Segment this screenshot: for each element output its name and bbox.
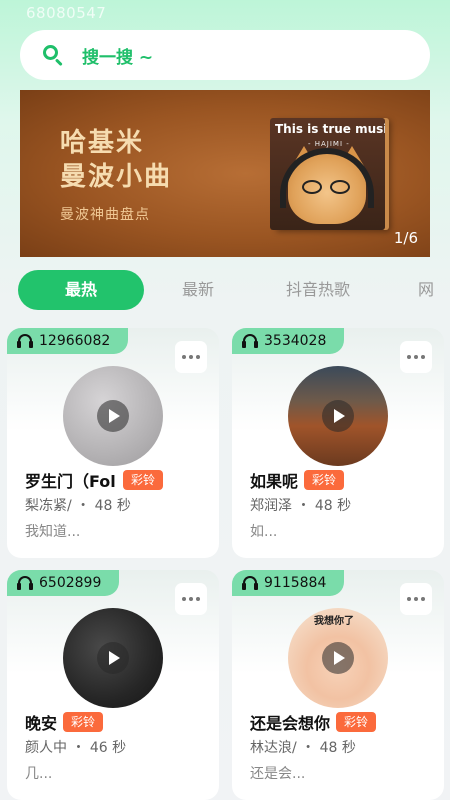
device-id: 68080547 <box>26 4 107 22</box>
banner-pager: 1/6 <box>393 229 418 247</box>
song-lyric: 我知道... <box>25 524 81 540</box>
album-title: This is true music <box>275 122 385 136</box>
banner-album-art: This is true music - HAJIMI - <box>270 118 385 230</box>
tab-douyin-hot[interactable]: 抖音热歌 <box>273 270 363 310</box>
headphones-icon <box>17 334 33 348</box>
song-title: 罗生门（Foll <box>25 472 117 491</box>
song-card[interactable]: 3534028 如果呢 彩铃 郑润泽 ・ 48 秒 如... <box>232 328 444 558</box>
song-cover[interactable] <box>63 366 163 466</box>
song-card[interactable]: 6502899 晚安 彩铃 颜人中 ・ 46 秒 几... <box>7 570 219 800</box>
search-icon <box>42 44 64 67</box>
song-meta: 梨冻紧/ ・ 48 秒 <box>25 498 131 514</box>
more-button[interactable] <box>175 341 207 373</box>
tab-more[interactable]: 网 <box>418 270 450 310</box>
song-title: 还是会想你 <box>250 714 331 733</box>
song-card[interactable]: 9115884 我想你了 还是会想你 彩铃 林达浪/ ・ 48 秒 还是会... <box>232 570 444 800</box>
song-lyric: 几... <box>25 766 53 782</box>
ringtone-badge[interactable]: 彩铃 <box>304 470 345 490</box>
ringtone-badge[interactable]: 彩铃 <box>336 712 377 732</box>
play-count: 9115884 <box>232 570 345 596</box>
play-icon[interactable] <box>322 400 354 432</box>
banner-carousel[interactable]: 哈基米 曼波小曲 曼波神曲盘点 This is true music - HAJ… <box>20 90 430 257</box>
song-lyric: 如... <box>250 524 278 540</box>
song-title-row: 晚安 彩铃 <box>25 710 104 734</box>
more-button[interactable] <box>400 583 432 615</box>
category-tabs: 最热 最新 抖音热歌 网 <box>18 270 450 310</box>
song-cover[interactable] <box>63 608 163 708</box>
play-icon[interactable] <box>322 642 354 674</box>
banner-title-line2: 曼波小曲 <box>60 162 173 192</box>
song-meta: 颜人中 ・ 46 秒 <box>25 740 127 756</box>
song-meta: 郑润泽 ・ 48 秒 <box>250 498 352 514</box>
banner-subtitle: 曼波神曲盘点 <box>60 207 150 223</box>
song-title-row: 罗生门（Foll 彩铃 <box>25 468 164 492</box>
ringtone-badge[interactable]: 彩铃 <box>123 470 164 490</box>
play-count: 3534028 <box>232 328 345 354</box>
headphones-icon <box>17 576 33 590</box>
glasses-icon <box>330 180 350 194</box>
tab-newest[interactable]: 最新 <box>168 270 228 310</box>
glasses-icon <box>302 180 322 194</box>
play-count-value: 6502899 <box>39 575 102 591</box>
song-cover[interactable] <box>288 366 388 466</box>
song-meta: 林达浪/ ・ 48 秒 <box>250 740 356 756</box>
search-bar[interactable]: 搜一搜 ~ <box>20 30 430 80</box>
banner-title: 哈基米 曼波小曲 <box>60 126 172 194</box>
song-lyric: 还是会... <box>250 766 306 782</box>
song-title: 如果呢 <box>250 472 299 491</box>
song-title: 晚安 <box>25 714 58 733</box>
banner-title-line1: 哈基米 <box>60 128 145 158</box>
headphones-icon <box>242 576 258 590</box>
song-title-row: 如果呢 彩铃 <box>250 468 345 492</box>
play-count: 12966082 <box>7 328 129 354</box>
song-cover[interactable]: 我想你了 <box>288 608 388 708</box>
play-count: 6502899 <box>7 570 120 596</box>
ringtone-badge[interactable]: 彩铃 <box>63 712 104 732</box>
play-count-value: 9115884 <box>264 575 327 591</box>
more-button[interactable] <box>175 583 207 615</box>
song-card[interactable]: 12966082 罗生门（Foll 彩铃 梨冻紧/ ・ 48 秒 我知道... <box>7 328 219 558</box>
song-title-row: 还是会想你 彩铃 <box>250 710 377 734</box>
play-count-value: 3534028 <box>264 333 327 349</box>
play-icon[interactable] <box>97 400 129 432</box>
play-count-value: 12966082 <box>39 333 111 349</box>
more-button[interactable] <box>400 341 432 373</box>
search-placeholder: 搜一搜 ~ <box>82 47 154 68</box>
cover-text: 我想你了 <box>314 616 354 627</box>
headphones-icon <box>242 334 258 348</box>
play-icon[interactable] <box>97 642 129 674</box>
tab-hottest[interactable]: 最热 <box>18 270 144 310</box>
